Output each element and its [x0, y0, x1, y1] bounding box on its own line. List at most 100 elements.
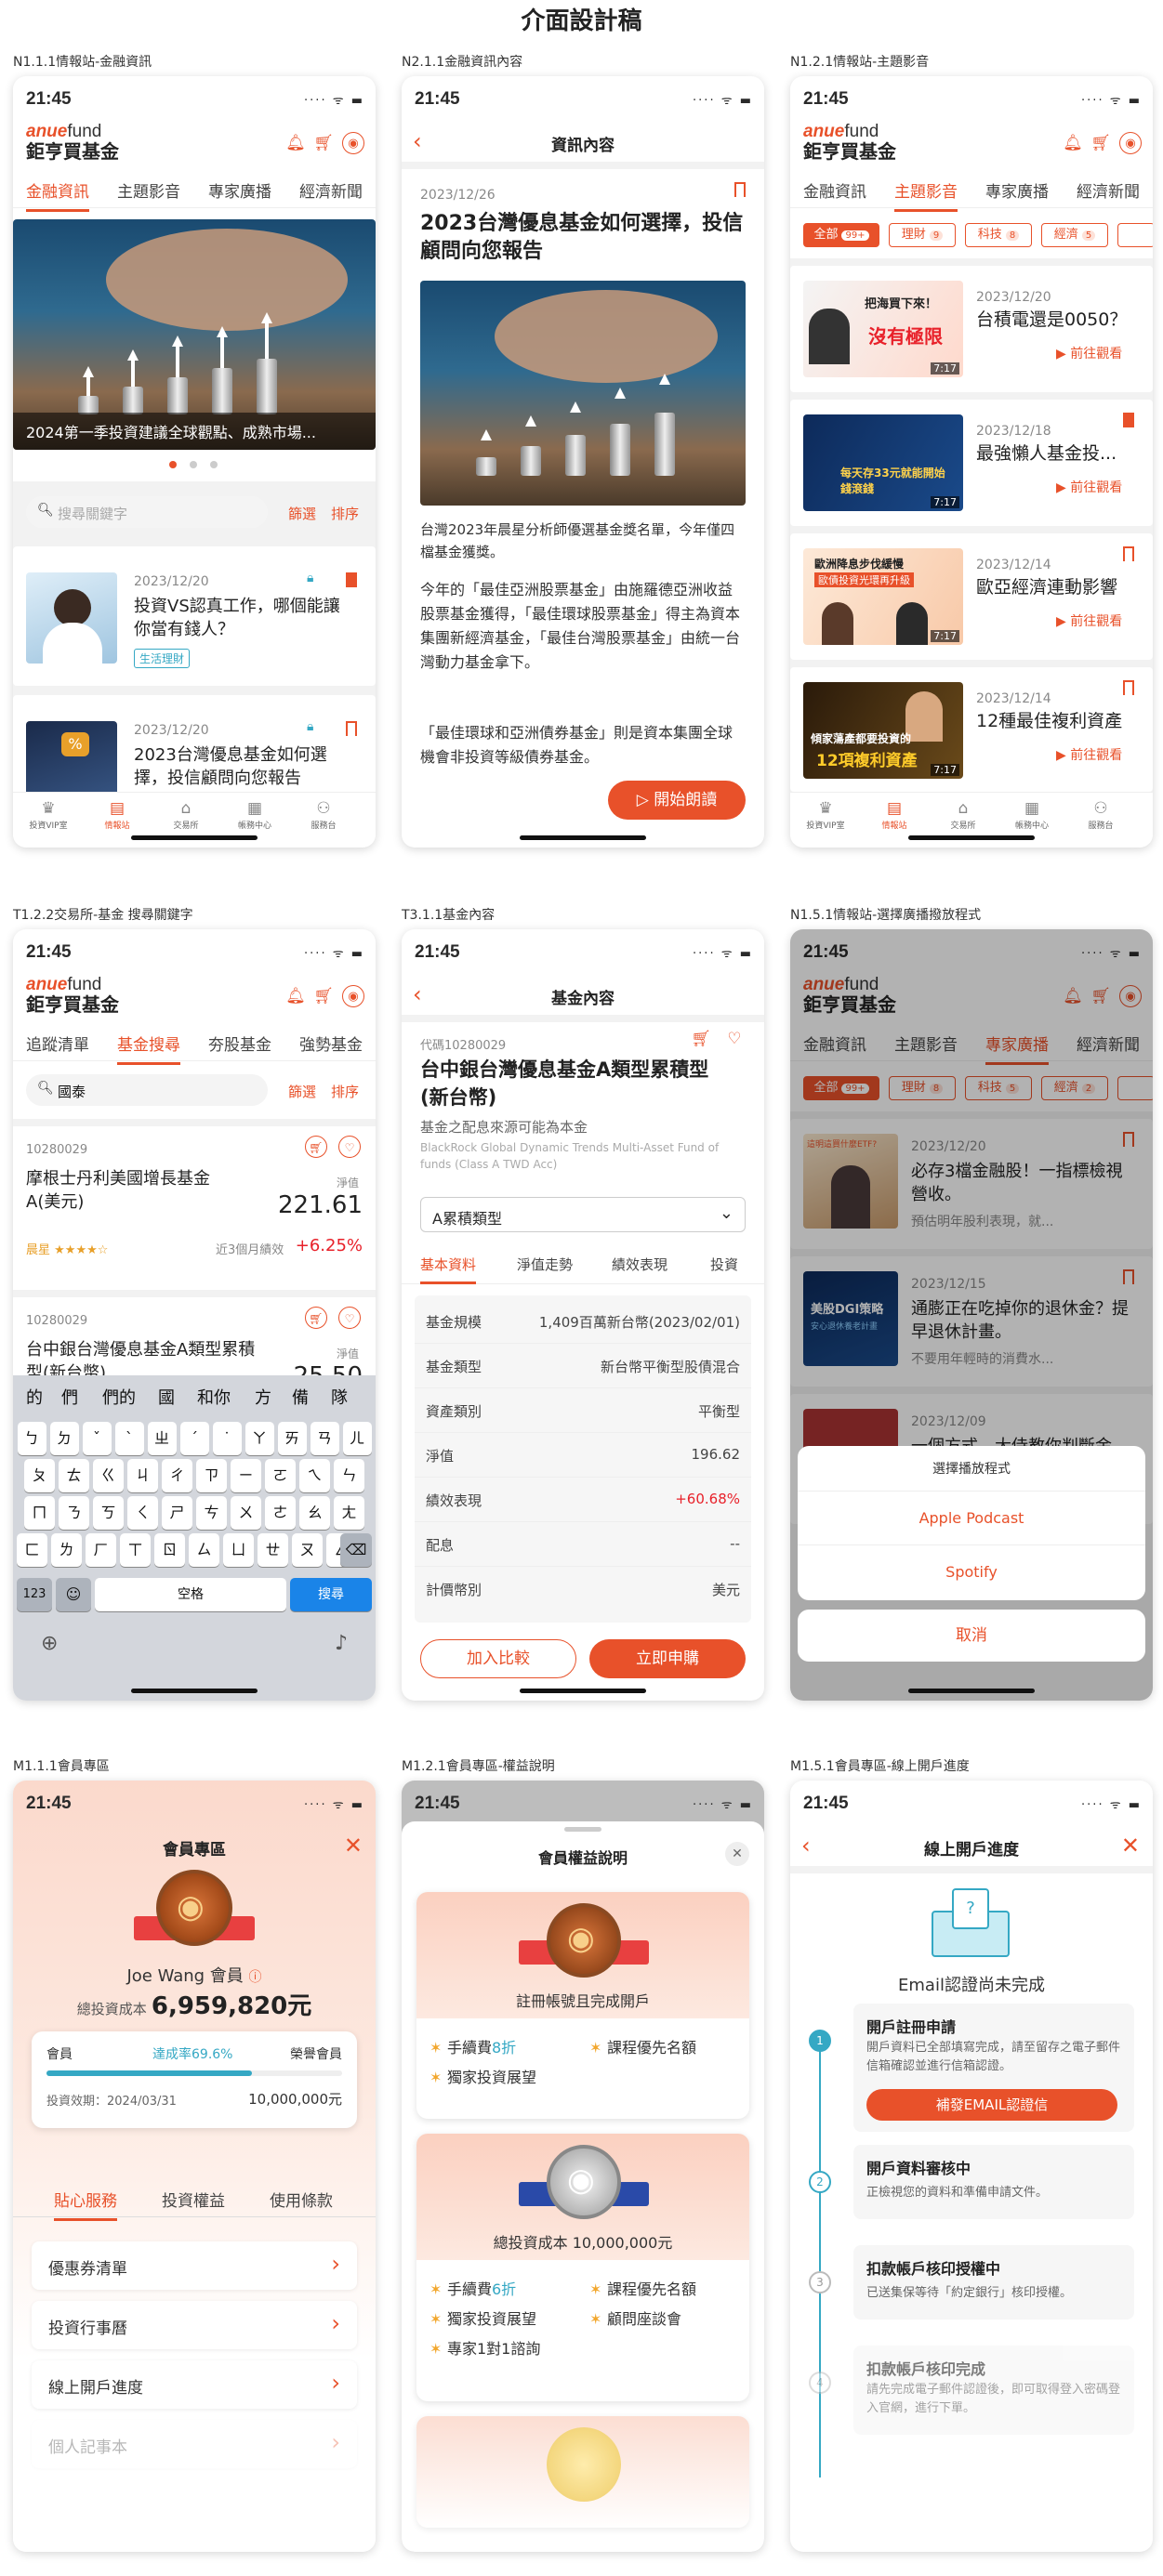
emoji-key[interactable]: ☺	[56, 1578, 91, 1611]
close-icon[interactable]: ✕	[725, 1842, 749, 1866]
coupon-list-row[interactable]: 優惠券清單 ›	[32, 2241, 357, 2290]
tab-performance[interactable]: 績效表現	[612, 1255, 667, 1274]
bookmark-icon[interactable]	[734, 182, 746, 197]
heart-icon[interactable]: ♡	[338, 1307, 361, 1329]
mic-icon[interactable]: ♪	[335, 1632, 348, 1655]
cart-icon[interactable]: 🛒︎	[305, 1136, 327, 1158]
keyboard-key[interactable]: ㄓ	[147, 1422, 177, 1455]
carousel-dot[interactable]	[169, 461, 177, 468]
tab-nav-trend[interactable]: 淨值走勢	[517, 1255, 573, 1274]
keyboard-key[interactable]: ㄇ	[24, 1496, 55, 1530]
keyboard-key[interactable]: ㄖ	[154, 1533, 185, 1567]
watch-link[interactable]: ▶ 前往觀看	[1056, 611, 1122, 630]
chip-finance[interactable]: 理財 9	[889, 223, 956, 247]
search-input[interactable]: 🔍︎ 國泰	[26, 1074, 268, 1106]
read-aloud-button[interactable]: ▷ 開始朗讀	[608, 781, 746, 820]
fund-item[interactable]: 10280029 🛒︎ ♡ 摩根士丹利美國增長基金A(美元) 淨值 221.61…	[13, 1126, 376, 1290]
user-icon[interactable]: ◉	[1119, 132, 1142, 154]
nav-trade[interactable]: ⌂ 交易所	[158, 798, 214, 831]
bookmark-icon[interactable]	[346, 572, 357, 587]
filter-button[interactable]: 篩選	[288, 504, 316, 523]
spotify-option[interactable]: Spotify	[798, 1544, 1145, 1598]
keyboard-key[interactable]: ㄛ	[265, 1459, 296, 1492]
list-item[interactable]: 2023/12/20 🔒︎ 投資VS認真工作，哪個能讓你當有錢人？ 生活理財	[13, 546, 376, 686]
close-icon[interactable]: ✕	[344, 1834, 363, 1857]
sort-button[interactable]: 排序	[331, 504, 359, 523]
buy-button[interactable]: 立即申購	[589, 1639, 746, 1678]
keyboard-key[interactable]: ˋ	[114, 1422, 144, 1455]
hero-banner[interactable]: 2024第一季投資建議全球觀點、成熟市場...	[13, 219, 376, 450]
heart-icon[interactable]: ♡	[723, 1028, 746, 1050]
cart-icon[interactable]: 🛒︎	[312, 985, 335, 1007]
calendar-row[interactable]: 投資行事曆 ›	[32, 2301, 357, 2349]
tab-benefits[interactable]: 投資權益	[162, 2188, 225, 2211]
cart-icon[interactable]: 🛒︎	[312, 132, 335, 154]
account-progress-row[interactable]: 線上開戶進度 ›	[32, 2360, 357, 2409]
bookmark-icon[interactable]	[1123, 413, 1134, 427]
carousel-dot[interactable]	[190, 461, 197, 468]
watch-link[interactable]: ▶ 前往觀看	[1056, 478, 1122, 496]
tab-strong-funds[interactable]: 強勢基金	[299, 1032, 363, 1055]
watch-link[interactable]: ▶ 前往觀看	[1056, 344, 1122, 362]
drag-handle[interactable]	[564, 1827, 601, 1832]
search-input[interactable]: 🔍︎ 搜尋關鍵字	[26, 496, 268, 528]
keyboard-key[interactable]: ㄕ	[162, 1496, 192, 1530]
tab-watchlist[interactable]: 追蹤清單	[26, 1032, 89, 1055]
keyboard-key[interactable]: ㄤ	[334, 1496, 364, 1530]
bookmark-icon[interactable]	[346, 721, 357, 736]
cart-icon[interactable]: 🛒︎	[690, 1028, 712, 1050]
keyboard-key[interactable]: ㄨ	[231, 1496, 261, 1530]
tab-finance[interactable]: 金融資訊	[26, 178, 89, 212]
bell-icon[interactable]: 🔔︎	[284, 985, 307, 1007]
resend-email-button[interactable]: 補發EMAIL認證信	[866, 2089, 1117, 2121]
tab-news[interactable]: 經濟新聞	[299, 178, 363, 202]
compare-button[interactable]: 加入比較	[420, 1639, 576, 1678]
nav-account[interactable]: ▦ 帳務中心	[227, 798, 283, 831]
keyboard-key[interactable]: ㄜ	[265, 1496, 296, 1530]
keyboard-key[interactable]: ㄟ	[299, 1459, 330, 1492]
share-class-select[interactable]: A累積類型 ⌄	[420, 1197, 746, 1232]
carousel-dot[interactable]	[210, 461, 218, 468]
keyboard-key[interactable]: ㄅ	[17, 1422, 46, 1455]
keyboard-key[interactable]: ㄈ	[17, 1533, 47, 1567]
numbers-key[interactable]: 123	[17, 1578, 52, 1611]
keyboard-key[interactable]: ㄩ	[223, 1533, 254, 1567]
keyboard-key[interactable]: ㄙ	[189, 1533, 219, 1567]
keyboard-key[interactable]: ㄌ	[51, 1533, 82, 1567]
keyboard-key[interactable]: ㄎ	[93, 1496, 124, 1530]
tab-invest[interactable]: 投資	[710, 1255, 738, 1274]
bell-icon[interactable]: 🔔︎	[284, 132, 307, 154]
keyboard-key[interactable]: ㄧ	[231, 1459, 261, 1492]
tab-basic[interactable]: 基本資料	[420, 1255, 477, 1284]
video-item[interactable]: 每天存33元就能開始錢滾錢 7:17 2023/12/18 最強懶人基金投... …	[790, 400, 1153, 526]
video-item[interactable]: 歐洲降息步伐緩慢 歐債投資光環再升級 7:17 2023/12/14 歐亞經濟連動影…	[790, 533, 1153, 660]
chip-all[interactable]: 全部 99+	[803, 223, 879, 247]
apple-podcast-option[interactable]: Apple Podcast	[798, 1491, 1145, 1544]
chip-economy[interactable]: 經濟 5	[1041, 223, 1108, 247]
keyboard-key[interactable]: ㄋ	[59, 1496, 89, 1530]
keyboard-key[interactable]: ㄗ	[196, 1459, 227, 1492]
backspace-key[interactable]: ⌫	[340, 1533, 372, 1567]
sort-button[interactable]: 排序	[331, 1082, 359, 1101]
user-icon[interactable]: ◉	[342, 985, 364, 1007]
video-item[interactable]: 傾家蕩產都要投資的 12項複利資產 7:17 2023/12/14 12種最佳複利資…	[790, 667, 1153, 792]
tab-video[interactable]: 主題影音	[117, 178, 180, 202]
keyboard-key[interactable]: ㄣ	[334, 1459, 364, 1492]
keyboard-key[interactable]: ㄔ	[162, 1459, 192, 1492]
keyboard-key[interactable]: ㄢ	[310, 1422, 339, 1455]
close-icon[interactable]: ✕	[1121, 1834, 1140, 1857]
search-key[interactable]: 搜尋	[290, 1578, 372, 1611]
tab-terms[interactable]: 使用條款	[270, 2188, 333, 2211]
bookmark-icon[interactable]	[1123, 680, 1134, 695]
tab-video[interactable]: 主題影音	[894, 178, 958, 212]
keyboard-key[interactable]: ˙	[212, 1422, 242, 1455]
cart-icon[interactable]: 🛒︎	[305, 1307, 327, 1329]
user-icon[interactable]: ◉	[342, 132, 364, 154]
tab-news[interactable]: 經濟新聞	[1077, 178, 1140, 202]
keyboard-key[interactable]: ˊ	[179, 1422, 209, 1455]
keyboard-key[interactable]: ㄐ	[127, 1459, 158, 1492]
nav-service[interactable]: ⚇ 服務台	[296, 798, 351, 831]
space-key[interactable]: 空格	[95, 1578, 286, 1611]
notebook-row[interactable]: 個人記事本 ›	[32, 2420, 357, 2468]
globe-icon[interactable]: ⊕	[41, 1632, 58, 1655]
